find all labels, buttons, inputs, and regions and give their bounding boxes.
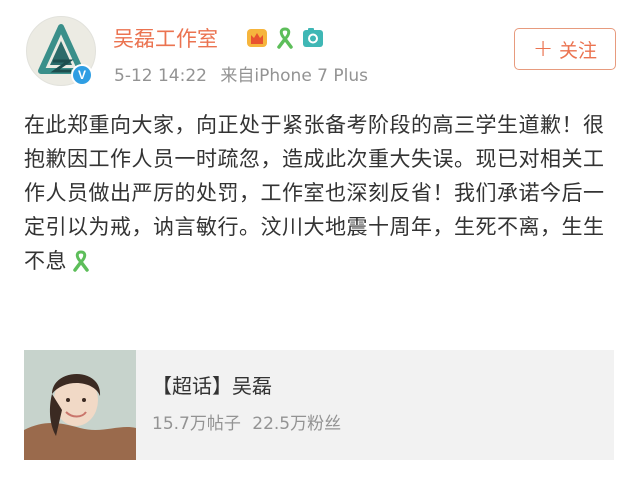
plus-icon: +: [532, 34, 554, 62]
card-stats: 15.7万帖子 22.5万粉丝: [152, 412, 341, 436]
card-posts: 15.7万帖子: [152, 414, 241, 434]
post-time: 5-12 14:22: [114, 66, 207, 86]
follow-button[interactable]: + 关注: [514, 28, 616, 70]
user-badges: [245, 26, 325, 50]
verified-icon: V: [73, 66, 91, 84]
card-fans: 22.5万粉丝: [252, 414, 342, 434]
card-title[interactable]: 【超话】吴磊: [152, 372, 272, 400]
follow-label: 关注: [559, 39, 598, 62]
post-meta: 5-12 14:22 来自iPhone 7 Plus: [114, 64, 368, 88]
green-ribbon-icon[interactable]: [273, 26, 297, 50]
post-text: 在此郑重向大家，向正处于紧张备考阶段的高三学生道歉！很抱歉因工作人员一时疏忽，造…: [24, 113, 605, 273]
super-topic-card[interactable]: 【超话】吴磊 15.7万帖子 22.5万粉丝: [24, 350, 614, 460]
camera-icon[interactable]: [301, 26, 325, 50]
post-source: 来自iPhone 7 Plus: [220, 66, 369, 86]
green-ribbon-icon: [73, 250, 89, 272]
author-name[interactable]: 吴磊工作室: [113, 25, 218, 53]
portrait-image: [24, 350, 136, 460]
post-content: 在此郑重向大家，向正处于紧张备考阶段的高三学生道歉！很抱歉因工作人员一时疏忽，造…: [24, 108, 620, 278]
crown-icon[interactable]: [245, 26, 269, 50]
verified-badge: V: [71, 64, 93, 86]
card-thumbnail: [24, 350, 136, 460]
